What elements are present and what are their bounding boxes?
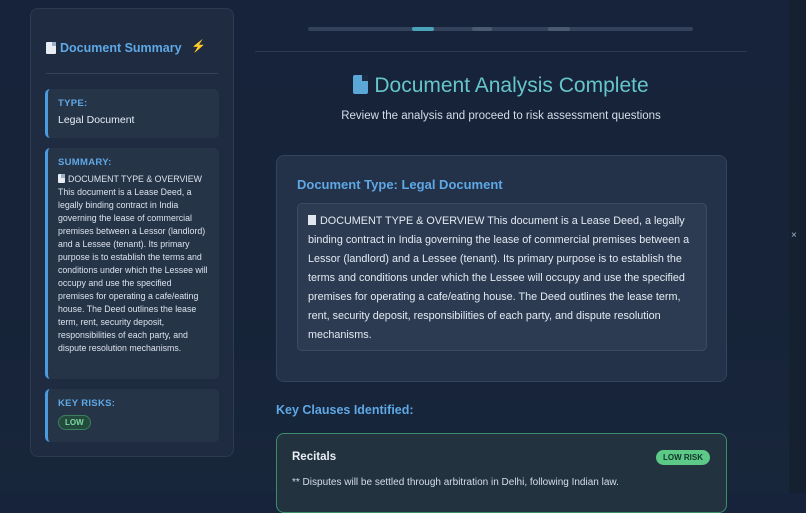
summary-card: SUMMARY: DOCUMENT TYPE & OVERVIEW This d… xyxy=(45,148,219,379)
summary-text: DOCUMENT TYPE & OVERVIEW This document i… xyxy=(58,173,209,355)
summary-label: SUMMARY: xyxy=(58,157,112,168)
document-type-title: Document Type: Legal Document xyxy=(297,177,503,192)
type-value: Legal Document xyxy=(58,114,135,126)
document-icon xyxy=(46,42,56,54)
type-label: TYPE: xyxy=(58,98,88,109)
type-card: TYPE: Legal Document xyxy=(45,89,219,138)
document-icon xyxy=(353,75,369,94)
sidebar-header: Document Summary ⚡ xyxy=(46,37,218,59)
adjacent-window-edge xyxy=(789,0,806,493)
clause-card[interactable]: Recitals LOW RISK ** Disputes will be se… xyxy=(276,433,727,513)
page-title: Document Analysis Complete xyxy=(374,74,649,97)
document-summary-sidebar: Document Summary ⚡ TYPE: Legal Document … xyxy=(30,8,234,457)
key-clauses-title: Key Clauses Identified: xyxy=(276,403,414,417)
bolt-icon[interactable]: ⚡ xyxy=(191,39,206,53)
document-icon xyxy=(308,215,316,225)
key-risks-label: KEY RISKS: xyxy=(58,398,116,409)
key-risks-card: KEY RISKS: LOW xyxy=(45,389,219,442)
overview-text: DOCUMENT TYPE & OVERVIEW This document i… xyxy=(308,212,696,345)
document-icon xyxy=(58,174,65,183)
header-divider xyxy=(255,51,747,52)
close-icon[interactable]: × xyxy=(791,230,797,241)
risk-level-badge: LOW xyxy=(58,415,91,430)
clause-risk-badge: LOW RISK xyxy=(656,450,710,465)
overview-text-body: DOCUMENT TYPE & OVERVIEW This document i… xyxy=(308,215,690,341)
sidebar-title: Document Summary xyxy=(60,41,182,55)
overview-box: DOCUMENT TYPE & OVERVIEW This document i… xyxy=(297,203,707,351)
summary-text-body: DOCUMENT TYPE & OVERVIEW This document i… xyxy=(58,174,208,353)
page-subtitle: Review the analysis and proceed to risk … xyxy=(341,110,661,122)
progress-step xyxy=(548,27,570,31)
clause-name: Recitals xyxy=(292,451,337,463)
progress-step-active xyxy=(412,27,434,31)
document-type-panel: Document Type: Legal Document DOCUMENT T… xyxy=(276,155,727,382)
progress-track xyxy=(308,27,693,31)
progress-step xyxy=(472,27,492,31)
page-heading: Document Analysis Complete xyxy=(255,74,747,98)
sidebar-divider xyxy=(46,73,218,74)
clause-text: ** Disputes will be settled through arbi… xyxy=(292,477,619,488)
